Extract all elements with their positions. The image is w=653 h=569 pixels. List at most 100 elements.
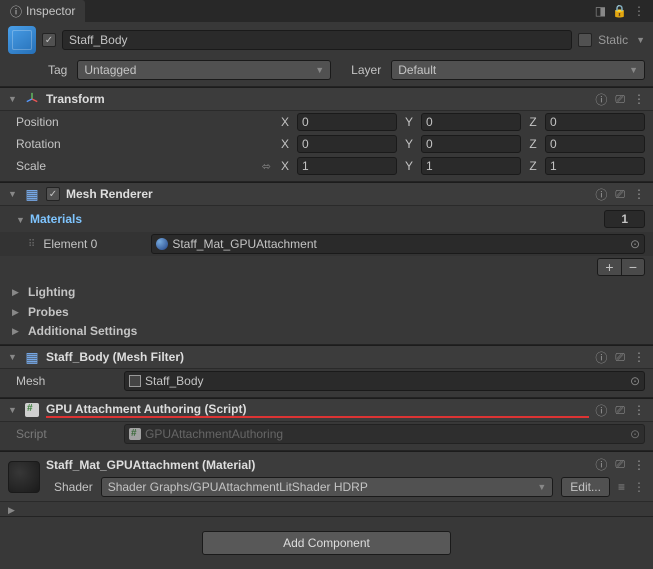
list-add-button[interactable]: +	[597, 258, 621, 276]
position-z[interactable]: 0	[545, 113, 645, 131]
tag-dropdown[interactable]: Untagged ▼	[77, 60, 331, 80]
gpu-script-component: ▼ GPU Attachment Authoring (Script) ⓘ ⎚ …	[0, 398, 653, 451]
gpu-script-title: GPU Attachment Authoring (Script)	[46, 402, 589, 418]
preset-icon[interactable]: ⎚	[615, 403, 625, 418]
position-y[interactable]: 0	[421, 113, 521, 131]
constrain-proportions-icon[interactable]: ⬄	[262, 160, 271, 173]
help-icon[interactable]: ⓘ	[595, 91, 607, 108]
list-drag-handle[interactable]: ⠿	[28, 239, 35, 250]
foldout-toggle[interactable]: ▼	[8, 352, 18, 362]
gameobject-cube-icon[interactable]	[8, 26, 36, 54]
material-body-foldout[interactable]: ▶	[8, 505, 15, 515]
object-picker-icon[interactable]: ⊙	[630, 237, 640, 251]
layer-label: Layer	[351, 63, 381, 77]
menu-icon[interactable]: ⋮	[633, 458, 645, 472]
list-remove-button[interactable]: −	[621, 258, 645, 276]
layer-dropdown[interactable]: Default ▼	[391, 60, 645, 80]
script-label: Script	[16, 427, 116, 441]
element0-material-field[interactable]: Staff_Mat_GPUAttachment ⊙	[151, 234, 645, 254]
material-preview-icon[interactable]	[8, 461, 40, 493]
gameobject-enabled-checkbox[interactable]: ✓	[42, 33, 56, 47]
list-toggle-icon[interactable]: ≡	[618, 480, 625, 494]
chevron-down-icon: ▼	[629, 65, 638, 75]
tab-menu-icon[interactable]: ⋮	[633, 4, 645, 18]
lock-icon[interactable]: 🔒	[612, 4, 627, 18]
material-component: Staff_Mat_GPUAttachment (Material) ⓘ ⎚ ⋮…	[0, 451, 653, 517]
probes-foldout[interactable]: ▶	[12, 307, 22, 318]
static-checkbox[interactable]	[578, 33, 592, 47]
mesh-filter-component: ▼ ▦ Staff_Body (Mesh Filter) ⓘ ⎚ ⋮ Mesh …	[0, 345, 653, 398]
menu-icon[interactable]: ⋮	[633, 403, 645, 417]
scale-label: Scale	[16, 159, 116, 173]
help-icon[interactable]: ⓘ	[595, 402, 607, 419]
add-component-button[interactable]: Add Component	[202, 531, 451, 555]
material-icon	[156, 238, 168, 250]
object-picker-icon[interactable]: ⊙	[630, 427, 640, 441]
position-x[interactable]: 0	[297, 113, 397, 131]
script-icon	[24, 402, 40, 418]
preset-icon[interactable]: ⎚	[615, 92, 625, 107]
element0-label: Element 0	[43, 237, 143, 251]
rotation-x[interactable]: 0	[297, 135, 397, 153]
mesh-icon	[129, 375, 141, 387]
help-icon[interactable]: ⓘ	[595, 349, 607, 366]
mesh-field[interactable]: Staff_Body ⊙	[124, 371, 645, 391]
inspector-tab[interactable]: ⓘ Inspector	[0, 0, 85, 22]
materials-label: Materials	[30, 212, 82, 226]
static-label: Static	[598, 33, 628, 47]
tab-bar: ⓘ Inspector ◨ 🔒 ⋮	[0, 0, 653, 22]
scale-x[interactable]: 1	[297, 157, 397, 175]
foldout-toggle[interactable]: ▼	[8, 94, 18, 104]
csharp-icon	[129, 428, 141, 440]
help-icon[interactable]: ⓘ	[595, 186, 607, 203]
scale-y[interactable]: 1	[421, 157, 521, 175]
mesh-label: Mesh	[16, 374, 116, 388]
help-icon[interactable]: ⓘ	[595, 456, 607, 473]
static-dropdown-icon[interactable]: ▼	[636, 35, 645, 45]
shader-label: Shader	[54, 480, 93, 494]
materials-count[interactable]: 1	[604, 210, 645, 228]
scale-z[interactable]: 1	[545, 157, 645, 175]
mesh-filter-icon: ▦	[24, 349, 40, 365]
object-picker-icon[interactable]: ⊙	[630, 374, 640, 388]
preset-icon[interactable]: ⎚	[615, 457, 625, 472]
mesh-renderer-enabled-checkbox[interactable]: ✓	[46, 187, 60, 201]
preset-icon[interactable]: ⎚	[615, 187, 625, 202]
add-component-region: Add Component	[0, 517, 653, 569]
chevron-down-icon: ▼	[537, 482, 546, 492]
transform-component: ▼ Transform ⓘ ⎚ ⋮ Position X0 Y0 Z0 Rota…	[0, 87, 653, 182]
lighting-foldout[interactable]: ▶	[12, 287, 22, 298]
script-field: GPUAttachmentAuthoring ⊙	[124, 424, 645, 444]
preset-icon[interactable]: ⎚	[615, 350, 625, 365]
tab-title: Inspector	[26, 4, 75, 18]
edit-button[interactable]: Edit...	[561, 477, 610, 497]
menu-icon[interactable]: ⋮	[633, 92, 645, 106]
foldout-toggle[interactable]: ▼	[8, 189, 18, 199]
mesh-renderer-component: ▼ ▦ ✓ Mesh Renderer ⓘ ⎚ ⋮ ▼ Materials 1 ⠿…	[0, 182, 653, 345]
rotation-label: Rotation	[16, 137, 116, 151]
mesh-renderer-icon: ▦	[24, 186, 40, 202]
rotation-y[interactable]: 0	[421, 135, 521, 153]
layers-icon[interactable]: ◨	[595, 4, 606, 18]
transform-title: Transform	[46, 92, 589, 106]
gameobject-header: ✓ Staff_Body Static ▼ Tag Untagged ▼ Lay…	[0, 22, 653, 87]
transform-icon	[24, 91, 40, 107]
foldout-toggle[interactable]: ▼	[8, 405, 18, 415]
additional-label: Additional Settings	[28, 324, 137, 338]
tag-label: Tag	[48, 63, 67, 77]
mesh-renderer-title: Mesh Renderer	[66, 187, 589, 201]
position-label: Position	[16, 115, 116, 129]
additional-foldout[interactable]: ▶	[12, 326, 22, 337]
chevron-down-icon: ▼	[315, 65, 324, 75]
info-icon: ⓘ	[10, 3, 22, 20]
menu-icon[interactable]: ⋮	[633, 350, 645, 364]
materials-foldout[interactable]: ▼	[16, 215, 26, 225]
lighting-label: Lighting	[28, 285, 75, 299]
mesh-filter-title: Staff_Body (Mesh Filter)	[46, 350, 589, 364]
rotation-z[interactable]: 0	[545, 135, 645, 153]
shader-dropdown[interactable]: Shader Graphs/GPUAttachmentLitShader HDR…	[101, 477, 554, 497]
probes-label: Probes	[28, 305, 69, 319]
menu-icon[interactable]: ⋮	[633, 480, 645, 494]
gameobject-name-field[interactable]: Staff_Body	[62, 30, 572, 50]
menu-icon[interactable]: ⋮	[633, 187, 645, 201]
